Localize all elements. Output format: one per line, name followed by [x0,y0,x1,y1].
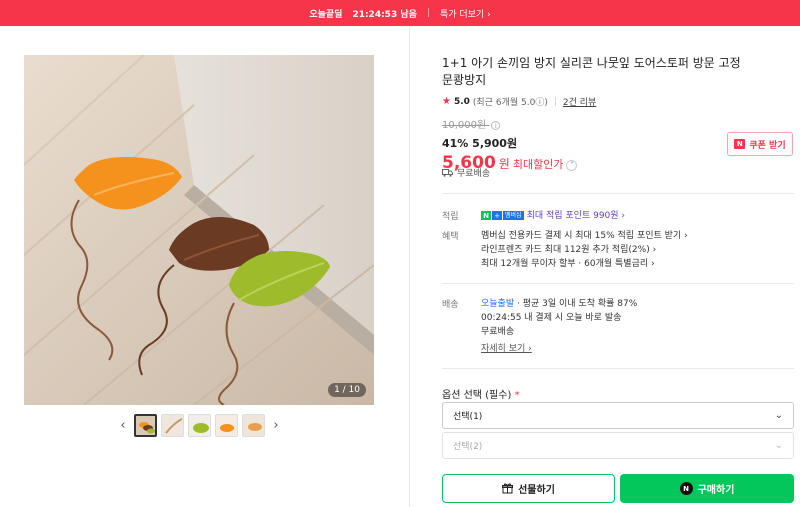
free-shipping-text: 무료배송 [457,169,491,179]
points-text: 최대 적립 포인트 990원 › [526,211,626,221]
option-select-1-value: 선택(1) [453,412,483,422]
option-select-1[interactable]: 선택(1) ⌄ [442,402,794,429]
rating-divider: | [553,96,557,107]
truck-icon [442,168,453,177]
rating-row: ★ 5.0 (최근 6개월 5.0ⓘ) | 2건 리뷰 [442,95,794,108]
option-select-2-value: 선택(2) [453,442,483,452]
npay-icon: N [679,482,693,495]
thumbnail-2[interactable] [161,414,184,437]
chevron-left-icon[interactable]: ‹ [116,418,130,433]
rating-score: 5.0 [453,96,470,107]
rating-recent[interactable]: (최근 6개월 5.0ⓘ) [473,95,548,108]
product-title: 1+1 아기 손끼임 방지 실리콘 나뭇잎 도어스토퍼 방문 고정 문쾅방지 [442,56,741,87]
benefit-item[interactable]: 최대 12개월 무이자 할부 · 60개월 특별금리 › [481,257,791,271]
option-label-text: 옵션 선택 (필수) [442,390,512,401]
max-discount-label[interactable]: 최대할인가 [513,156,564,172]
section-divider [442,283,794,284]
gift-icon [502,483,514,494]
star-icon: ★ [442,96,451,107]
npay-membership-badge: N + 멤버십 [481,211,524,220]
chevron-down-icon: ⌄ [774,440,783,451]
points-key: 적립 [442,212,459,222]
deal-banner[interactable]: 오늘끝딜 21:24:53 남음 | 특가 더보기 › [0,0,800,26]
gift-button-label: 선물하기 [518,485,555,496]
coupon-button[interactable]: N 쿠폰 받기 [727,132,793,156]
benefits-key: 혜택 [442,232,459,242]
today-ship-tag: 오늘출발 [481,299,515,309]
thumbnail-4[interactable] [215,414,238,437]
delivery-key: 배송 [442,300,459,310]
points-value[interactable]: N + 멤버십 최대 적립 포인트 990원 › [481,209,791,223]
door-stopper-illustration [24,55,374,405]
option-select-2[interactable]: 선택(2) ⌄ [442,432,794,459]
review-link[interactable]: 2건 리뷰 [563,95,596,108]
delivery-cutoff: 00:24:55 내 결제 시 오늘 바로 발송 [481,313,622,323]
thumbnail-1[interactable] [134,414,157,437]
original-price-text: 10,000원 [442,120,487,131]
column-divider [409,26,410,507]
deal-label: 오늘끝딜 [309,9,343,20]
chevron-right-icon[interactable]: › [269,418,283,433]
section-divider [442,193,794,194]
delivery-detail-link[interactable]: 자세히 보기 › [481,344,532,354]
buy-button-label: 구매하기 [697,485,735,496]
delivery-probability: · 평균 3일 이내 도착 확률 87% [517,299,638,309]
thumbnail-5[interactable] [242,414,265,437]
benefit-item[interactable]: 라인프렌즈 카드 최대 112원 추가 적립(2%) › [481,243,791,257]
original-price: 10,000원 i [442,116,794,131]
option-label: 옵션 선택 (필수) * [442,386,520,401]
deal-timer: 21:24:53 남음 [352,9,417,20]
delivery-fee: 무료배송 [481,327,515,337]
section-divider [442,368,794,369]
required-mark: * [514,390,520,401]
final-price-unit: 원 [498,157,510,171]
benefit-item[interactable]: 멤버십 전용카드 결제 시 최대 15% 적립 포인트 받기 › [481,229,791,243]
delivery-info: 오늘출발 · 평균 3일 이내 도착 확률 87% 00:24:55 내 결제 … [481,297,791,356]
deal-divider: | [426,8,430,18]
product-main-image[interactable]: 1 / 10 [24,55,374,405]
free-shipping: 무료배송 [442,166,490,179]
chevron-down-icon: ⌄ [774,410,783,421]
chevron-down-icon[interactable]: ˅ [566,160,578,171]
thumbnail-strip: ‹ › [116,414,283,437]
deal-more-link[interactable]: 특가 더보기 › [440,7,491,20]
image-counter: 1 / 10 [328,383,366,397]
coupon-icon: N [734,139,746,149]
info-icon[interactable]: i [491,121,501,130]
buy-button[interactable]: N 구매하기 [620,474,794,503]
final-price-row: 5,600 원 최대할인가 ˅ [442,153,794,173]
coupon-label: 쿠폰 받기 [749,140,786,151]
benefits-list: 멤버십 전용카드 결제 시 최대 15% 적립 포인트 받기 › 라인프렌즈 카… [481,229,791,271]
gift-button[interactable]: 선물하기 [442,474,615,503]
thumbnail-3[interactable] [188,414,211,437]
